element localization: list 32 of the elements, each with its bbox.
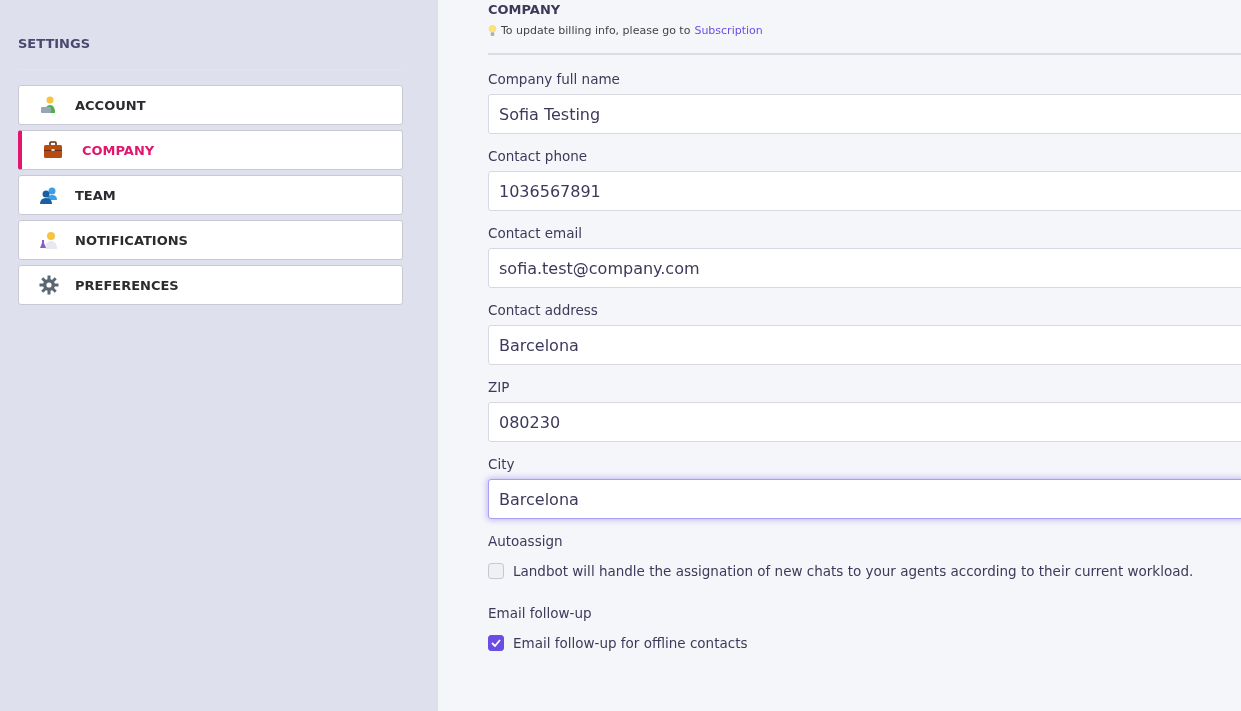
sidebar-item[interactable]: COMPANY <box>18 130 403 170</box>
input-field[interactable]: Sofia Testing <box>488 94 1241 134</box>
option-label: Email follow-up <box>488 605 593 621</box>
people-icon <box>39 185 59 205</box>
checkbox[interactable] <box>488 635 504 651</box>
option-label: Autoassign <box>488 533 564 549</box>
checkbox[interactable] <box>488 563 504 579</box>
field-label: City <box>488 456 516 472</box>
briefcase-icon <box>43 140 63 160</box>
subscription-link[interactable]: Subscription <box>694 24 763 37</box>
hint-text: To update billing info, please go to <box>501 24 691 37</box>
field-label: Company full name <box>488 71 621 87</box>
sidebar-item[interactable]: NOTIFICATIONS <box>18 220 403 260</box>
sidebar-item[interactable]: ACCOUNT <box>18 85 403 125</box>
input-field[interactable]: Barcelona <box>488 479 1241 519</box>
field-label: Contact email <box>488 225 584 241</box>
sidebar-title: SETTINGS <box>18 36 92 51</box>
sidebar-item[interactable]: PREFERENCES <box>18 265 403 305</box>
field-label: ZIP <box>488 379 511 395</box>
input-field[interactable]: Barcelona <box>488 325 1241 365</box>
field-label: Contact phone <box>488 148 589 164</box>
settings-icon <box>39 275 59 295</box>
input-field[interactable]: 1036567891 <box>488 171 1241 211</box>
input-field[interactable]: sofia.test@company.com <box>488 248 1241 288</box>
checkbox-label: Landbot will handle the assignation of new chats to your agents according to their current workload. <box>513 563 1194 579</box>
section-heading: COMPANY <box>488 2 562 17</box>
lightbulb-icon <box>488 24 497 37</box>
field-label: Contact address <box>488 302 599 318</box>
input-field[interactable]: 080230 <box>488 402 1241 442</box>
person-flask-icon <box>39 230 59 250</box>
checkbox-label: Email follow-up for offline contacts <box>513 635 748 651</box>
sidebar-item[interactable]: TEAM <box>18 175 403 215</box>
